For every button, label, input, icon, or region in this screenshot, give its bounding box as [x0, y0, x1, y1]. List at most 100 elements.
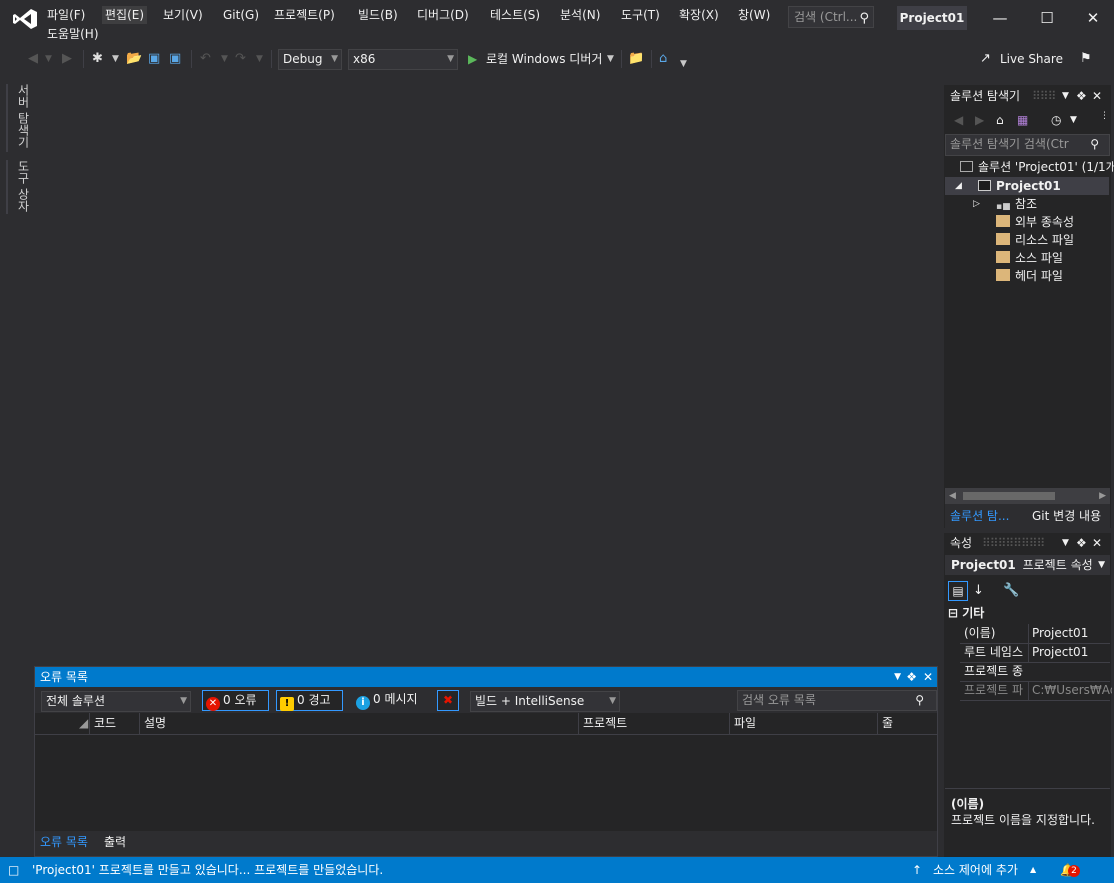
property-row[interactable]: 프로젝트 종	[960, 662, 1110, 682]
redo-icon[interactable]: ↷	[235, 50, 246, 68]
scroll-left-icon[interactable]: ◀	[949, 488, 956, 504]
tree-project[interactable]: Project01	[978, 177, 1061, 195]
property-row[interactable]: (이름) Project01	[960, 624, 1110, 644]
pending-changes-icon[interactable]: ◷	[1051, 110, 1061, 130]
window-position-icon[interactable]: ▼	[894, 667, 901, 687]
redo-dropdown-icon[interactable]: ▼	[256, 50, 263, 68]
menu-debug[interactable]: 디버그(D)	[414, 6, 472, 24]
home-window-icon[interactable]: ⌂	[659, 50, 667, 68]
alphabetical-icon[interactable]: ↓	[973, 581, 984, 601]
new-dropdown-icon[interactable]: ▼	[112, 50, 119, 68]
error-search-input[interactable]: 검색 오류 목록 ⚲	[737, 690, 937, 711]
tab-git-changes[interactable]: Git 변경 내용	[1032, 507, 1101, 524]
column-sort-icon[interactable]: ◢	[75, 713, 89, 734]
tab-server-explorer[interactable]: 서버 탐색기	[6, 84, 32, 152]
home-icon[interactable]: ⌂	[996, 110, 1004, 130]
menu-analyze[interactable]: 분석(N)	[557, 6, 603, 24]
close-icon[interactable]: ✕	[1083, 8, 1103, 28]
menu-help[interactable]: 도움말(H)	[44, 25, 102, 43]
feedback-icon[interactable]: ⚑	[1080, 50, 1092, 68]
close-panel-icon[interactable]: ✕	[1092, 533, 1102, 553]
pin-icon[interactable]: ❖	[906, 667, 917, 687]
menu-test[interactable]: 테스트(S)	[487, 6, 543, 24]
run-debugger-button[interactable]: 로컬 Windows 디버거	[486, 50, 602, 68]
tab-toolbox[interactable]: 도구 상자	[6, 160, 32, 214]
source-control-button[interactable]: 소스 제어에 추가	[933, 857, 1018, 883]
maximize-icon[interactable]: ☐	[1037, 8, 1057, 28]
menu-extensions[interactable]: 확장(X)	[676, 6, 722, 24]
window-position-icon[interactable]: ▼	[1062, 533, 1069, 553]
minimize-icon[interactable]: —	[990, 8, 1010, 28]
horizontal-scrollbar[interactable]: ◀ ▶	[945, 488, 1110, 504]
expanded-icon[interactable]: ◢	[955, 177, 962, 195]
tab-solution-explorer[interactable]: 솔루션 탐...	[950, 507, 1009, 524]
scrollbar-thumb[interactable]	[963, 492, 1055, 500]
save-icon[interactable]: ▣	[148, 50, 160, 68]
warnings-filter-button[interactable]: ! 0 경고	[276, 690, 343, 711]
error-source-select[interactable]: 빌드 + IntelliSense ▼	[470, 691, 620, 712]
properties-object-select[interactable]: Project01 프로젝트 속성 ▼	[945, 555, 1110, 575]
collapsed-icon[interactable]: ▷	[973, 195, 980, 213]
undo-icon[interactable]: ↶	[200, 50, 211, 68]
close-panel-icon[interactable]: ✕	[923, 667, 933, 687]
live-share-button[interactable]: Live Share	[1000, 50, 1063, 68]
menu-window[interactable]: 창(W)	[735, 6, 773, 24]
column-description[interactable]: 설명	[139, 713, 578, 734]
play-icon[interactable]: ▶	[468, 50, 477, 68]
menu-project[interactable]: 프로젝트(P)	[271, 6, 338, 24]
tree-references[interactable]: ▪■ 참조	[996, 195, 1037, 213]
forward-icon[interactable]: ▶	[62, 50, 72, 68]
configuration-select[interactable]: Debug ▼	[278, 49, 342, 70]
output-window-icon[interactable]: □	[8, 857, 19, 883]
pending-dropdown-icon[interactable]: ▼	[1070, 110, 1077, 130]
tree-header-files[interactable]: 헤더 파일	[996, 267, 1063, 285]
close-panel-icon[interactable]: ✕	[1092, 86, 1102, 106]
scroll-right-icon[interactable]: ▶	[1099, 488, 1106, 504]
back-dropdown-icon[interactable]: ▼	[45, 50, 52, 68]
save-all-icon[interactable]: ▣	[169, 50, 181, 68]
tab-error-list[interactable]: 오류 목록	[40, 833, 88, 851]
live-share-icon[interactable]: ↗	[980, 50, 991, 68]
tree-source-files[interactable]: 소스 파일	[996, 249, 1063, 267]
errors-filter-button[interactable]: ✕ 0 오류	[202, 690, 269, 711]
menu-build[interactable]: 빌드(B)	[355, 6, 401, 24]
forward-icon[interactable]: ▶	[975, 110, 984, 130]
menu-tools[interactable]: 도구(T)	[618, 6, 663, 24]
column-code[interactable]: 코드	[89, 713, 139, 734]
tree-resource-files[interactable]: 리소스 파일	[996, 231, 1074, 249]
menu-git[interactable]: Git(G)	[220, 6, 262, 24]
undo-dropdown-icon[interactable]: ▼	[221, 50, 228, 68]
open-folder-icon[interactable]: 📂	[126, 50, 142, 68]
wrench-icon[interactable]: 🔧	[1003, 581, 1019, 601]
menu-file[interactable]: 파일(F)	[44, 6, 88, 24]
solution-search-input[interactable]: 솔루션 탐색기 검색(Ctr ⚲	[945, 134, 1110, 156]
build-filter-icon[interactable]: ✖	[437, 690, 459, 711]
menu-view[interactable]: 보기(V)	[160, 6, 206, 24]
column-file[interactable]: 파일	[729, 713, 877, 734]
column-project[interactable]: 프로젝트	[578, 713, 729, 734]
new-project-icon[interactable]: ✱	[92, 50, 103, 68]
platform-select[interactable]: x86 ▼	[348, 49, 458, 70]
menu-edit[interactable]: 편집(E)	[102, 6, 148, 24]
property-row[interactable]: 루트 네임스 Project01	[960, 643, 1110, 663]
error-scope-select[interactable]: 전체 솔루션 ▼	[41, 691, 191, 712]
back-icon[interactable]: ◀	[28, 50, 38, 68]
pin-icon[interactable]: ❖	[1076, 533, 1087, 553]
tree-solution[interactable]: 솔루션 'Project01' (1/1개	[960, 158, 1114, 176]
visual-studio-logo-icon[interactable]	[12, 8, 38, 30]
pin-icon[interactable]: ❖	[1076, 86, 1087, 106]
more-options-icon[interactable]: ⋮	[1100, 106, 1109, 126]
run-dropdown-icon[interactable]: ▼	[607, 50, 614, 68]
window-position-icon[interactable]: ▼	[1062, 86, 1069, 106]
column-line[interactable]: 줄	[877, 713, 913, 734]
messages-filter-button[interactable]: i0 메시지	[353, 690, 428, 711]
browse-folder-icon[interactable]: 📁	[628, 50, 644, 68]
tree-external-dependencies[interactable]: 외부 종속성	[996, 213, 1074, 231]
property-row[interactable]: 프로젝트 파 C:₩Users₩Adm	[960, 681, 1112, 701]
search-input[interactable]: 검색 (Ctrl... ⚲	[788, 6, 874, 28]
tab-output[interactable]: 출력	[104, 833, 126, 851]
switch-views-icon[interactable]: ▦	[1017, 110, 1028, 130]
properties-category[interactable]: ⊟ 기타	[948, 605, 984, 621]
categorized-icon[interactable]: ▤	[948, 581, 968, 601]
back-icon[interactable]: ◀	[954, 110, 963, 130]
